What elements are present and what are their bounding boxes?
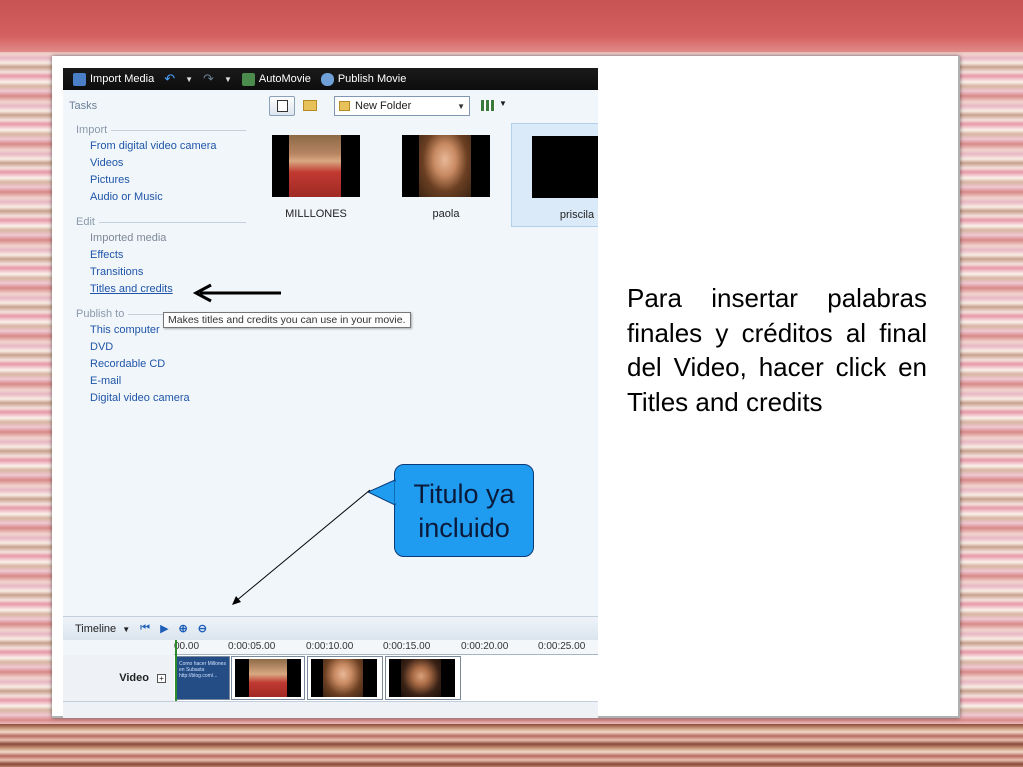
arrow-to-title-clip [235, 489, 371, 602]
annotation-arrows [192, 283, 397, 605]
callout-tail [366, 479, 396, 506]
